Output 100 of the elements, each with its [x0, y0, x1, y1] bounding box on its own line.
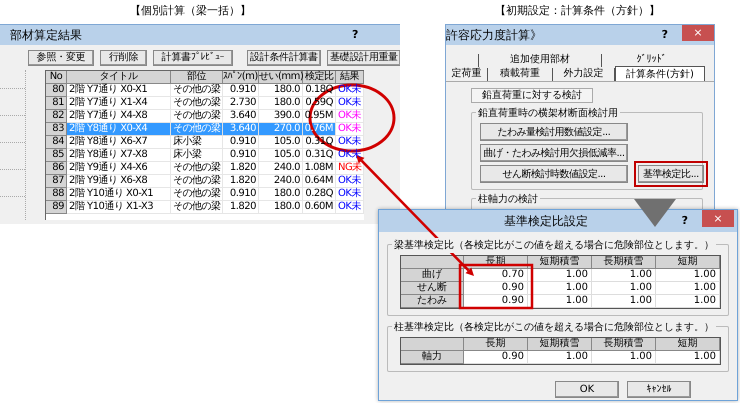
table-cell[interactable]: 2階 Y10通り X0-X1	[67, 188, 171, 201]
caption: 【個別計算（梁一括）】	[130, 3, 251, 19]
input-field[interactable]: 1.00	[592, 282, 656, 295]
table-cell[interactable]: 180.0	[259, 84, 303, 97]
table-cell[interactable]: 0.910	[223, 136, 259, 149]
table-cell[interactable]: 0.28Q	[303, 188, 336, 201]
table-cell[interactable]: 105.0	[259, 149, 303, 162]
table-cell[interactable]: 180.0	[259, 201, 303, 214]
toolbar-button[interactable]: 計算書ﾌﾟﾚﾋﾞｭｰ	[153, 50, 233, 66]
column-header: タイトル	[67, 71, 171, 84]
input-field[interactable]: 0.90	[464, 295, 528, 308]
table-cell[interactable]: 2階 Y9通り X6-X8	[67, 175, 171, 188]
close-button[interactable]: ×	[702, 210, 734, 227]
row-header: せん断	[401, 282, 464, 295]
dialog-button[interactable]: OK	[555, 381, 619, 398]
table-cell[interactable]: 2階 Y8通り X7-X8	[67, 149, 171, 162]
table-cell[interactable]: 105.0	[259, 136, 303, 149]
settings-button[interactable]: 基準検定比...	[638, 165, 704, 183]
table-cell[interactable]: 1.820	[223, 175, 259, 188]
table-cell[interactable]: その他の梁	[171, 188, 223, 201]
table-cell[interactable]: 0.910	[223, 84, 259, 97]
table-cell[interactable]: 0.31Q	[303, 149, 336, 162]
help-button[interactable]: ?	[352, 26, 358, 44]
toolbar-button[interactable]: 基礎設計用重量	[327, 50, 400, 66]
table-cell[interactable]: 0.60M	[303, 201, 336, 214]
table-cell[interactable]: 0.64M	[303, 175, 336, 188]
row-header: 84	[46, 136, 67, 149]
dialog-button[interactable]: ｷｬﾝｾﾙ	[627, 381, 691, 398]
table-cell[interactable]: 180.0	[259, 188, 303, 201]
column-header: 短期積雪	[528, 338, 592, 351]
input-field[interactable]: 1.00	[656, 282, 720, 295]
table-cell[interactable]: 2階 Y7通り X1-X4	[67, 97, 171, 110]
table-cell[interactable]: 0.910	[223, 149, 259, 162]
help-button[interactable]: ?	[662, 26, 668, 44]
table-cell[interactable]: OK未	[336, 188, 364, 201]
input-field[interactable]: 1.00	[656, 351, 720, 364]
input-field[interactable]: 1.00	[656, 295, 720, 308]
row-header: 88	[46, 188, 67, 201]
table-cell[interactable]: 床小梁	[171, 149, 223, 162]
close-button[interactable]: ×	[682, 25, 714, 41]
table-cell[interactable]: その他の梁	[171, 175, 223, 188]
column-header: 部位	[171, 71, 223, 84]
input-field[interactable]: 0.90	[464, 351, 528, 364]
tab[interactable]: 追加使用部材	[478, 54, 601, 67]
table-cell[interactable]: OK未	[336, 201, 364, 214]
input-field[interactable]: 1.00	[592, 295, 656, 308]
input-field[interactable]: 1.00	[592, 351, 656, 364]
column-header: 長期積雪	[592, 256, 656, 269]
tab[interactable]: 計算条件(方針)	[615, 66, 705, 81]
input-field[interactable]: 1.00	[528, 351, 592, 364]
row-header: 81	[46, 97, 67, 110]
tab[interactable]: 鉛直荷重に対する検討	[471, 88, 593, 103]
table-cell[interactable]: 0.910	[223, 188, 259, 201]
toolbar-button[interactable]: 参照・変更	[28, 50, 94, 66]
caption: 【初期設定：計算条件（方針）】	[495, 3, 660, 19]
table-cell[interactable]: 180.0	[259, 97, 303, 110]
window-title: 許容応力度計算》	[446, 27, 542, 44]
input-field[interactable]: 1.00	[592, 269, 656, 282]
input-field[interactable]: 1.00	[528, 269, 592, 282]
table-cell[interactable]: 1.820	[223, 201, 259, 214]
column-header: ｽﾊﾟﾝ(m)	[223, 71, 259, 84]
column-header: 短期	[656, 338, 720, 351]
table-cell[interactable]: 2.730	[223, 97, 259, 110]
settings-button[interactable]: たわみ量検討用数値設定...	[480, 123, 628, 141]
table-cell[interactable]: その他の梁	[171, 97, 223, 110]
table-cell[interactable]: 2階 Y10通り X1-X3	[67, 201, 171, 214]
table-cell[interactable]: その他の梁	[171, 162, 223, 175]
table-cell[interactable]: OK未	[336, 97, 364, 110]
table-cell[interactable]: 1.820	[223, 162, 259, 175]
column-header: 検定比	[303, 71, 336, 84]
input-field[interactable]: 1.00	[528, 282, 592, 295]
table-corner	[401, 256, 464, 269]
table-cell[interactable]: 240.0	[259, 162, 303, 175]
table-cell[interactable]: その他の梁	[171, 201, 223, 214]
row-header: たわみ	[401, 295, 464, 308]
column-header: 短期積雪	[528, 256, 592, 269]
column-header: 結果	[336, 71, 364, 84]
table-cell[interactable]: 2階 Y7通り X0-X1	[67, 84, 171, 97]
settings-button[interactable]: 曲げ・たわみ検討用欠損低減率...	[480, 144, 628, 162]
table-corner	[401, 338, 464, 351]
help-button[interactable]: ?	[682, 212, 688, 230]
table-cell[interactable]: 2階 Y9通り X4-X6	[67, 162, 171, 175]
toolbar-button[interactable]: 行削除	[100, 50, 147, 66]
input-field[interactable]: 1.00	[656, 269, 720, 282]
table-cell[interactable]: その他の梁	[171, 84, 223, 97]
table-cell[interactable]: 2階 Y8通り X6-X7	[67, 136, 171, 149]
table-cell[interactable]: 240.0	[259, 175, 303, 188]
table-cell[interactable]: OK未	[336, 136, 364, 149]
table-cell[interactable]: 1.08M	[303, 162, 336, 175]
table-cell[interactable]: OK未	[336, 175, 364, 188]
table-cell[interactable]: OK未	[336, 84, 364, 97]
table-cell[interactable]: 床小梁	[171, 136, 223, 149]
column-header: 短期	[656, 256, 720, 269]
settings-button[interactable]: せん断検討時数値設定...	[480, 165, 628, 183]
toolbar-button[interactable]: 設計条件計算書	[247, 50, 321, 66]
input-field[interactable]: 0.70	[464, 269, 528, 282]
group-title: 梁基準検定比（各検定比がこの値を超える場合に危険部位とします。）	[392, 238, 716, 253]
input-field[interactable]: 1.00	[528, 295, 592, 308]
input-field[interactable]: 0.90	[464, 282, 528, 295]
window-title: 部材算定結果	[10, 27, 82, 44]
